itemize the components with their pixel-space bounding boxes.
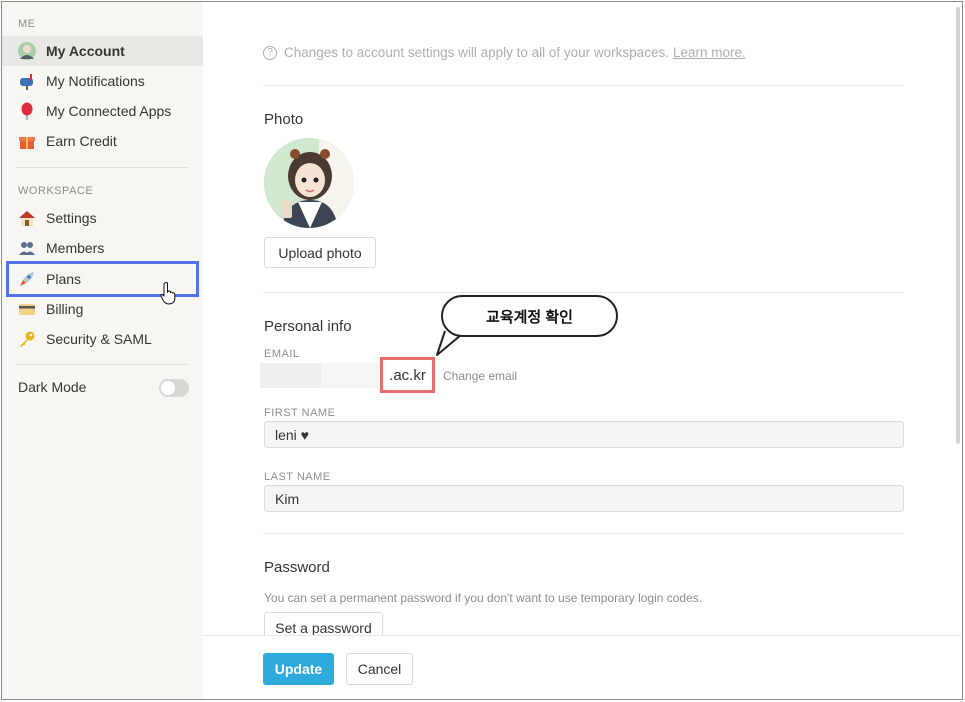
email-label: EMAIL (264, 348, 300, 360)
last-name-field[interactable]: Kim (264, 485, 904, 512)
password-description: You can set a permanent password if you … (264, 591, 703, 605)
workspace-info-line: ? Changes to account settings will apply… (263, 45, 746, 60)
section-divider (263, 85, 904, 86)
sidebar-item-label: Members (46, 240, 105, 256)
scrollbar[interactable] (956, 7, 960, 444)
credit-card-icon (18, 300, 36, 318)
sidebar-item-label: Earn Credit (46, 133, 117, 149)
email-domain-highlight: .ac.kr (380, 357, 435, 393)
hand-cursor-icon (160, 282, 176, 305)
email-redacted (260, 363, 321, 388)
sidebar-item-label: My Connected Apps (46, 103, 172, 119)
main-panel: ? Changes to account settings will apply… (203, 2, 962, 699)
toggle-knob (161, 381, 175, 395)
balloon-icon (18, 102, 36, 120)
sidebar-item-settings[interactable]: Settings (2, 203, 203, 233)
dark-mode-label: Dark Mode (18, 379, 87, 395)
settings-window: ME My Account My Notifications My Connec… (1, 1, 963, 700)
sidebar-item-my-connected-apps[interactable]: My Connected Apps (2, 96, 203, 126)
section-divider (263, 292, 904, 293)
dark-mode-toggle[interactable] (159, 379, 189, 397)
people-icon (18, 239, 36, 257)
profile-photo (264, 138, 354, 228)
sidebar-item-label: Billing (46, 301, 84, 317)
sidebar-item-my-account[interactable]: My Account (2, 36, 203, 66)
section-label-workspace: WORKSPACE (18, 185, 94, 197)
key-icon (18, 330, 36, 348)
avatar-icon (18, 42, 36, 60)
house-icon (18, 209, 36, 227)
callout-bubble: 교육계정 확인 (441, 295, 618, 337)
email-redacted (321, 363, 379, 388)
photo-heading: Photo (264, 111, 304, 128)
sidebar-item-earn-credit[interactable]: Earn Credit (2, 126, 203, 156)
sidebar-item-security-saml[interactable]: Security & SAML (2, 324, 203, 354)
sidebar-item-my-notifications[interactable]: My Notifications (2, 66, 203, 96)
sidebar-item-label: Settings (46, 210, 97, 226)
cancel-button[interactable]: Cancel (346, 653, 413, 685)
section-divider (263, 533, 904, 534)
learn-more-link[interactable]: Learn more. (673, 45, 746, 60)
mailbox-icon (18, 72, 36, 90)
first-name-field[interactable]: leni ♥ (264, 421, 904, 448)
first-name-label: FIRST NAME (264, 407, 336, 419)
sidebar-item-label: My Notifications (46, 73, 145, 89)
gift-icon (18, 132, 36, 150)
password-heading: Password (264, 559, 330, 576)
help-icon: ? (263, 45, 277, 60)
sidebar-item-members[interactable]: Members (2, 233, 203, 263)
section-label-me: ME (18, 18, 36, 30)
sidebar-divider (16, 167, 188, 168)
sidebar-item-label: Security & SAML (46, 331, 152, 347)
footer-bar: Update Cancel (203, 635, 962, 699)
update-button[interactable]: Update (263, 653, 334, 685)
last-name-label: LAST NAME (264, 471, 331, 483)
sidebar-item-label: My Account (46, 43, 125, 59)
sidebar: ME My Account My Notifications My Connec… (2, 2, 203, 699)
info-text: Changes to account settings will apply t… (284, 45, 669, 60)
sidebar-divider (16, 364, 188, 365)
personal-info-heading: Personal info (264, 318, 352, 335)
upload-photo-button[interactable]: Upload photo (264, 237, 376, 268)
change-email-link[interactable]: Change email (443, 369, 517, 383)
